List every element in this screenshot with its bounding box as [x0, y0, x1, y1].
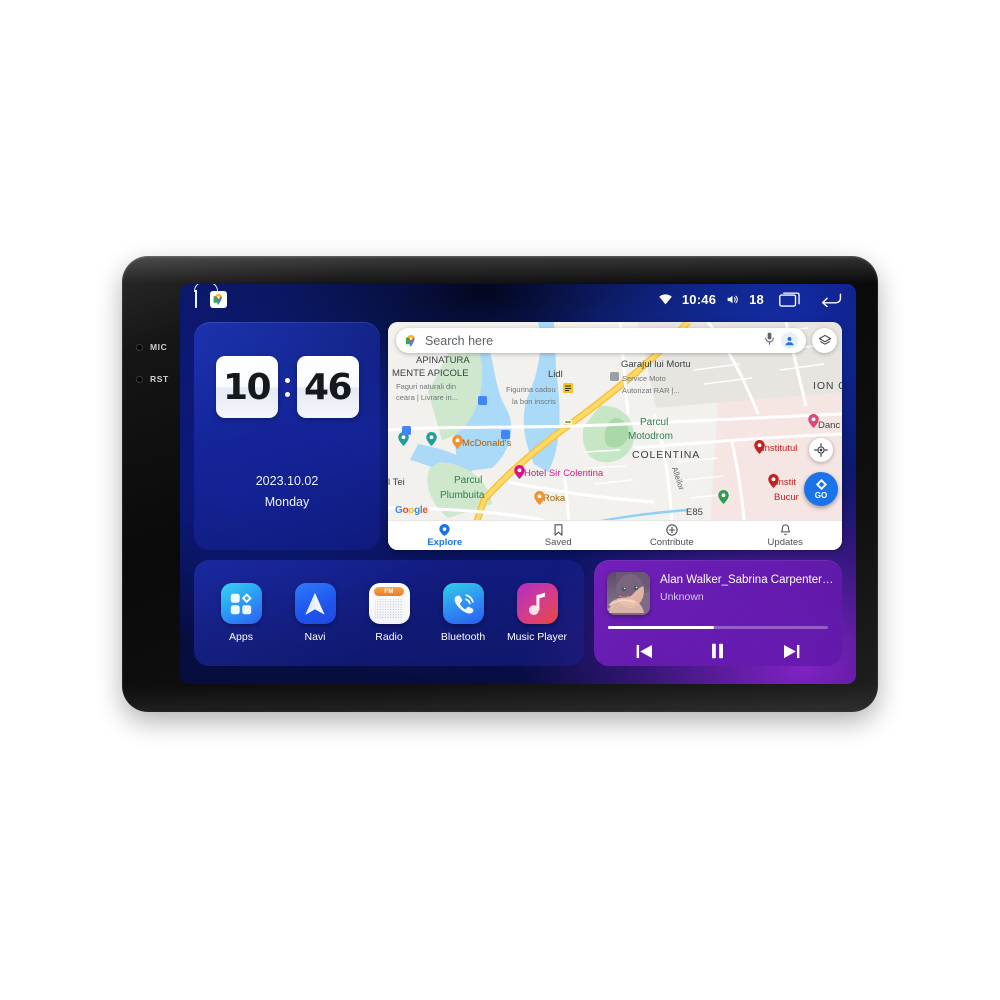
mic-hole-icon	[136, 343, 143, 351]
map-search-bar[interactable]: Search here	[396, 328, 806, 353]
maps-pin-logo-icon	[405, 334, 415, 346]
recent-apps-icon[interactable]	[779, 291, 801, 307]
clock-hours: 10	[215, 356, 278, 418]
music-note-icon	[516, 583, 558, 624]
radio-icon: FM	[368, 583, 410, 624]
map-nav-label: Contribute	[649, 536, 694, 548]
radio-fm-badge: FM	[384, 588, 394, 595]
google-logo-letter: e	[422, 505, 428, 516]
touchscreen[interactable]: 10:46 18 10 46 2023.10.02 Monday APINATU…	[180, 284, 856, 684]
volume-level: 18	[749, 291, 764, 307]
home-screen-content: 10 46 2023.10.02 Monday APINATURA MENTE …	[180, 314, 856, 684]
next-track-button[interactable]	[774, 641, 808, 661]
home-icon[interactable]	[195, 290, 197, 308]
app-shortcut-bluetooth[interactable]: Bluetooth	[429, 583, 497, 643]
map-search-placeholder: Search here	[425, 333, 494, 348]
playback-controls	[608, 640, 828, 662]
navigation-diamond-icon	[815, 478, 827, 491]
map-pin-icon[interactable]	[808, 414, 819, 428]
reset-label: RST	[150, 374, 169, 384]
pause-button[interactable]	[701, 641, 735, 661]
music-player-widget[interactable]: Alan Walker_Sabrina Carpenter_F... Unkno…	[594, 560, 842, 666]
back-arrow-icon[interactable]	[820, 291, 842, 307]
volume-icon[interactable]	[725, 293, 740, 306]
map-layers-button[interactable]	[812, 328, 837, 353]
app-shortcut-apps[interactable]: Apps	[207, 583, 275, 643]
app-label: Music Player	[506, 631, 568, 643]
bluetooth-phone-icon	[442, 583, 484, 624]
google-maps-badge-icon[interactable]	[210, 290, 227, 308]
app-shortcut-radio[interactable]: FM Radio	[355, 583, 423, 643]
clock-colon-icon	[284, 377, 290, 397]
map-nav-explore[interactable]: Explore	[388, 523, 502, 548]
reset-hole-icon[interactable]	[136, 375, 143, 383]
navigation-arrow-icon	[294, 583, 336, 624]
bookmark-icon	[554, 523, 563, 536]
plus-circle-icon	[666, 523, 678, 536]
wifi-icon	[658, 293, 673, 305]
map-pin-icon[interactable]	[514, 465, 525, 479]
account-avatar-icon[interactable]	[781, 332, 798, 349]
map-pin-icon[interactable]	[754, 440, 765, 454]
map-pin-icon[interactable]	[768, 474, 779, 488]
map-layers-icon	[818, 334, 831, 345]
map-nav-saved[interactable]: Saved	[502, 523, 616, 548]
pause-icon	[712, 643, 724, 659]
app-shortcuts-dock: Apps Navi FM Radio Bluetooth Music Playe…	[194, 560, 584, 666]
app-shortcut-navi[interactable]: Navi	[281, 583, 349, 643]
clock-widget[interactable]: 10 46 2023.10.02 Monday	[194, 322, 380, 550]
map-pin-icon[interactable]	[534, 491, 545, 505]
playback-progress-fill	[608, 626, 714, 629]
status-bar: 10:46 18	[180, 284, 856, 314]
skip-next-icon	[783, 644, 800, 658]
map-bottom-nav: Explore Saved Contribute Updates	[388, 520, 842, 550]
clock-minutes: 46	[296, 356, 359, 418]
app-label: Radio	[375, 631, 403, 643]
map-poi-square-icon[interactable]	[402, 426, 411, 435]
map-store-icon[interactable]	[563, 383, 573, 393]
mic-label: MIC	[150, 342, 168, 352]
car-head-unit-device: MIC RST 10:46 18 10 46 2023.10.02 Monday…	[122, 256, 878, 712]
map-pin-icon[interactable]	[426, 432, 437, 446]
map-poi-square-icon[interactable]	[478, 396, 487, 405]
map-nav-label: Updates	[767, 536, 803, 548]
skip-previous-icon	[636, 644, 653, 658]
app-label: Bluetooth	[440, 631, 486, 643]
map-nav-label: Explore	[427, 536, 463, 548]
map-nav-updates[interactable]: Updates	[729, 523, 843, 548]
google-logo: Google	[395, 505, 428, 516]
navigation-go-button[interactable]: GO	[804, 472, 838, 506]
app-label: Navi	[304, 631, 326, 643]
album-art	[607, 572, 650, 615]
track-artist: Unknown	[660, 591, 704, 603]
location-pin-icon	[439, 523, 450, 536]
apps-grid-icon	[220, 583, 262, 624]
playback-progress-bar[interactable]	[608, 626, 828, 629]
previous-track-button[interactable]	[628, 641, 662, 661]
track-info: Alan Walker_Sabrina Carpenter_F... Unkno…	[660, 574, 834, 603]
map-nav-contribute[interactable]: Contribute	[615, 523, 729, 548]
flip-clock: 10 46	[194, 356, 380, 418]
app-shortcut-music-player[interactable]: Music Player	[503, 583, 571, 643]
microphone-icon[interactable]	[764, 332, 775, 350]
google-maps-widget[interactable]: APINATURA MENTE APICOLE Faguri naturali …	[388, 322, 842, 550]
clock-date: 2023.10.02	[255, 474, 319, 488]
my-location-button[interactable]	[809, 438, 833, 462]
reset-hardware[interactable]: RST	[136, 374, 169, 384]
status-bar-left	[195, 290, 227, 308]
map-pin-icon[interactable]	[718, 490, 729, 504]
status-time: 10:46	[681, 291, 717, 307]
mic-hardware: MIC	[136, 342, 167, 352]
go-button-label: GO	[814, 491, 828, 500]
status-bar-right: 10:46 18	[658, 291, 842, 307]
map-poi-square-icon[interactable]	[501, 430, 510, 439]
map-nav-label: Saved	[544, 536, 572, 548]
my-location-icon	[814, 443, 828, 457]
bell-icon	[780, 523, 790, 535]
app-label: Apps	[229, 631, 253, 643]
map-pin-icon[interactable]	[452, 435, 463, 449]
map-poi-square-icon[interactable]	[610, 372, 619, 381]
track-title: Alan Walker_Sabrina Carpenter_F...	[660, 574, 834, 586]
clock-weekday: Monday	[264, 495, 310, 509]
